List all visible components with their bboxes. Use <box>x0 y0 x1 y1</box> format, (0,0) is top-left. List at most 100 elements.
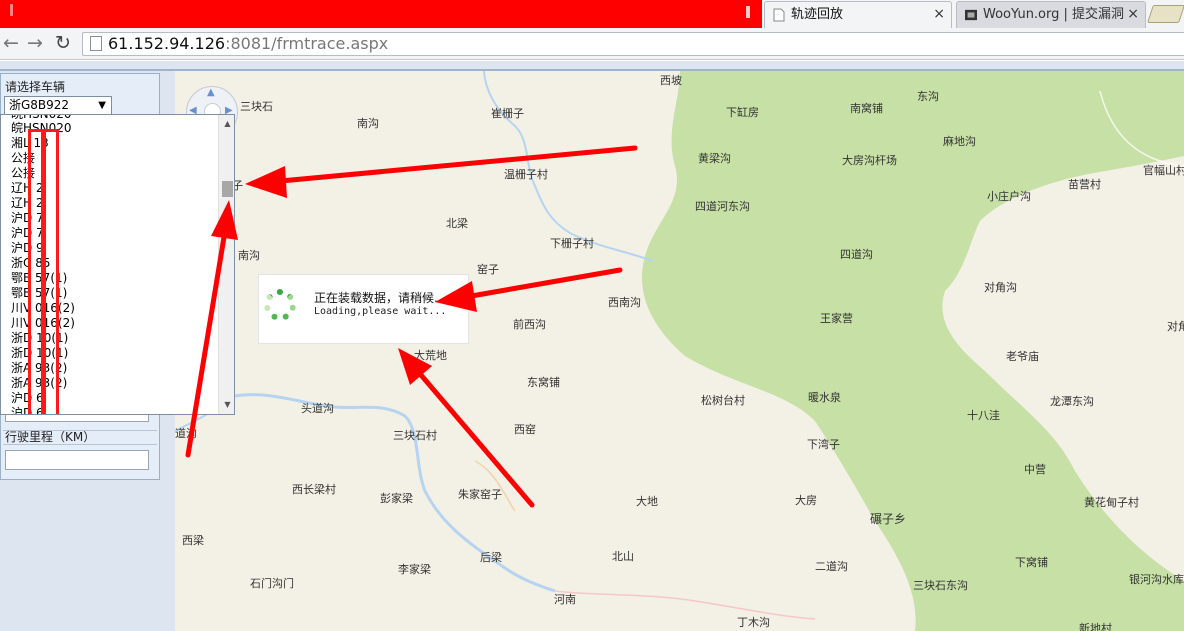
map-label: 三块石 <box>240 100 273 113</box>
map-label: 对角 <box>1167 320 1184 333</box>
selected-vehicle: 浙G8B922 <box>9 98 70 112</box>
map-label: 西长梁村 <box>292 483 336 496</box>
map-label: 南沟 <box>357 117 379 130</box>
map-label: 大房 <box>795 494 817 507</box>
map-label: 北梁 <box>446 217 468 230</box>
redaction-box <box>28 129 44 414</box>
map-label: 老爷庙 <box>1006 350 1039 363</box>
map-label: 龙潭东沟 <box>1050 395 1094 408</box>
map-label: 黄梁沟 <box>698 152 731 165</box>
redacted-mark <box>10 4 13 16</box>
pan-up-icon[interactable]: ▲ <box>207 87 215 98</box>
redacted-mark <box>746 6 750 18</box>
map-label: 西梁 <box>182 534 204 547</box>
mileage-label: 行驶里程（KM） <box>5 430 96 444</box>
map-label: 丁木沟 <box>737 616 770 629</box>
forward-button[interactable]: → <box>24 32 46 54</box>
dropdown-arrow-icon: ▼ <box>98 100 106 111</box>
tab-title: WooYun.org | 提交漏洞 <box>983 7 1125 22</box>
map-label: 十八洼 <box>967 409 1000 422</box>
loading-message-en: Loading,please wait... <box>314 306 447 317</box>
tab-close-icon[interactable]: × <box>933 2 945 27</box>
scroll-up-icon[interactable]: ▲ <box>219 117 234 131</box>
browser-toolbar: ← → ↻ 61.152.94.126:8081/frmtrace.aspx <box>0 28 1184 60</box>
road <box>554 590 816 620</box>
map-label: 东窝铺 <box>527 376 560 389</box>
map-label: 前西沟 <box>513 318 546 331</box>
tab-wooyun[interactable]: WooYun.org | 提交漏洞 × <box>956 1 1146 28</box>
map-label: 西窑 <box>514 423 536 436</box>
scrollbar-thumb[interactable] <box>222 181 233 197</box>
map-label: 南窝铺 <box>850 102 883 115</box>
back-button[interactable]: ← <box>0 32 22 54</box>
map-view[interactable]: 三块石 南沟 崔栅子 西坡 下缸房 南窝铺 东沟 麻地沟 黄梁沟 大房沟杆场 温… <box>175 71 1184 631</box>
map-label: 四道河东沟 <box>695 200 750 213</box>
map-label: 河南 <box>554 593 576 606</box>
map-label: 麻地沟 <box>943 135 976 148</box>
map-label: 石门沟门 <box>250 577 294 590</box>
loading-dialog: 正在装载数据，请稍候... Loading,please wait... <box>258 274 469 344</box>
map-label: 松树台村 <box>701 394 745 407</box>
page-icon <box>773 8 785 22</box>
map-label: 三块石东沟 <box>913 579 968 592</box>
map-label: 暖水泉 <box>808 391 841 404</box>
map-label: 中营 <box>1024 463 1046 476</box>
map-label: 大房沟杆场 <box>842 154 897 167</box>
wooyun-favicon-icon <box>965 9 977 21</box>
map-label: 温栅子村 <box>504 168 548 181</box>
redacted-title-region <box>0 0 762 28</box>
map-label: 南沟 <box>238 249 260 262</box>
map-label: 碾子乡 <box>870 512 907 526</box>
vehicle-dropdown-list[interactable]: 皖HSN020 皖HSN020 湘L 13 公接 公接 辽H 2 辽H 2 沪D… <box>0 114 235 415</box>
url-path: :8081/frmtrace.aspx <box>225 34 389 53</box>
map-label: 大荒地 <box>414 349 447 362</box>
map-label: 三块石村 <box>393 429 437 442</box>
map-label: 后梁 <box>480 551 502 564</box>
url-host: 61.152.94.126 <box>108 34 226 53</box>
map-label: 大地 <box>636 495 658 508</box>
tab-title: 轨迹回放 <box>791 7 844 22</box>
map-label: 王家营 <box>820 312 853 325</box>
map-label: 官幅山村 <box>1143 164 1184 177</box>
page-icon <box>90 36 102 51</box>
map-label: 李家梁 <box>398 563 431 576</box>
new-tab-button[interactable] <box>1147 5 1184 23</box>
map-label: 下缸房 <box>726 106 759 119</box>
reload-button[interactable]: ↻ <box>52 32 74 54</box>
map-label: 北山 <box>612 550 634 563</box>
map-label: 苗营村 <box>1068 178 1101 191</box>
address-bar[interactable]: 61.152.94.126:8081/frmtrace.aspx <box>82 32 1184 56</box>
divider <box>3 444 157 445</box>
loading-message-cn: 正在装载数据，请稍候... <box>314 291 446 305</box>
map-label: 西坡 <box>660 74 682 87</box>
map-label: 东沟 <box>917 90 939 103</box>
tab-trace-replay[interactable]: 轨迹回放 × <box>764 1 952 28</box>
map-label: 崔栅子 <box>491 107 524 120</box>
map-label: 二道沟 <box>815 560 848 573</box>
select-vehicle-label: 请选择车辆 <box>5 80 66 94</box>
map-label: 朱家窑子 <box>458 488 502 501</box>
tab-close-icon[interactable]: × <box>1127 2 1139 27</box>
scroll-down-icon[interactable]: ▼ <box>219 398 234 412</box>
map-label: 道沟 <box>175 427 197 440</box>
vehicle-select[interactable]: 浙G8B922 ▼ <box>4 96 112 115</box>
map-label: 小庄户沟 <box>987 190 1031 203</box>
map-label: 头道沟 <box>301 402 334 415</box>
loading-spinner-icon <box>264 289 296 321</box>
map-label: 新地村 <box>1079 622 1112 631</box>
map-label: 下湾子 <box>807 438 840 451</box>
map-label: 下栅子村 <box>550 237 594 250</box>
url-text: 61.152.94.126:8081/frmtrace.aspx <box>108 34 388 54</box>
map-label: 窑子 <box>477 263 499 276</box>
map-label: 西南沟 <box>608 296 641 309</box>
map-label: 下窝铺 <box>1015 556 1048 569</box>
redaction-box <box>43 129 59 414</box>
map-label: 彭家梁 <box>380 492 413 505</box>
mileage-input[interactable] <box>5 450 149 470</box>
map-label: 银河沟水库 <box>1129 573 1184 586</box>
dropdown-scrollbar[interactable]: ▲ ▼ <box>218 115 234 414</box>
browser-tabstrip: 轨迹回放 × WooYun.org | 提交漏洞 × <box>0 0 1184 28</box>
map-label: 对角沟 <box>984 281 1017 294</box>
map-label: 黄花甸子村 <box>1084 496 1139 509</box>
map-label: 四道沟 <box>840 248 873 261</box>
